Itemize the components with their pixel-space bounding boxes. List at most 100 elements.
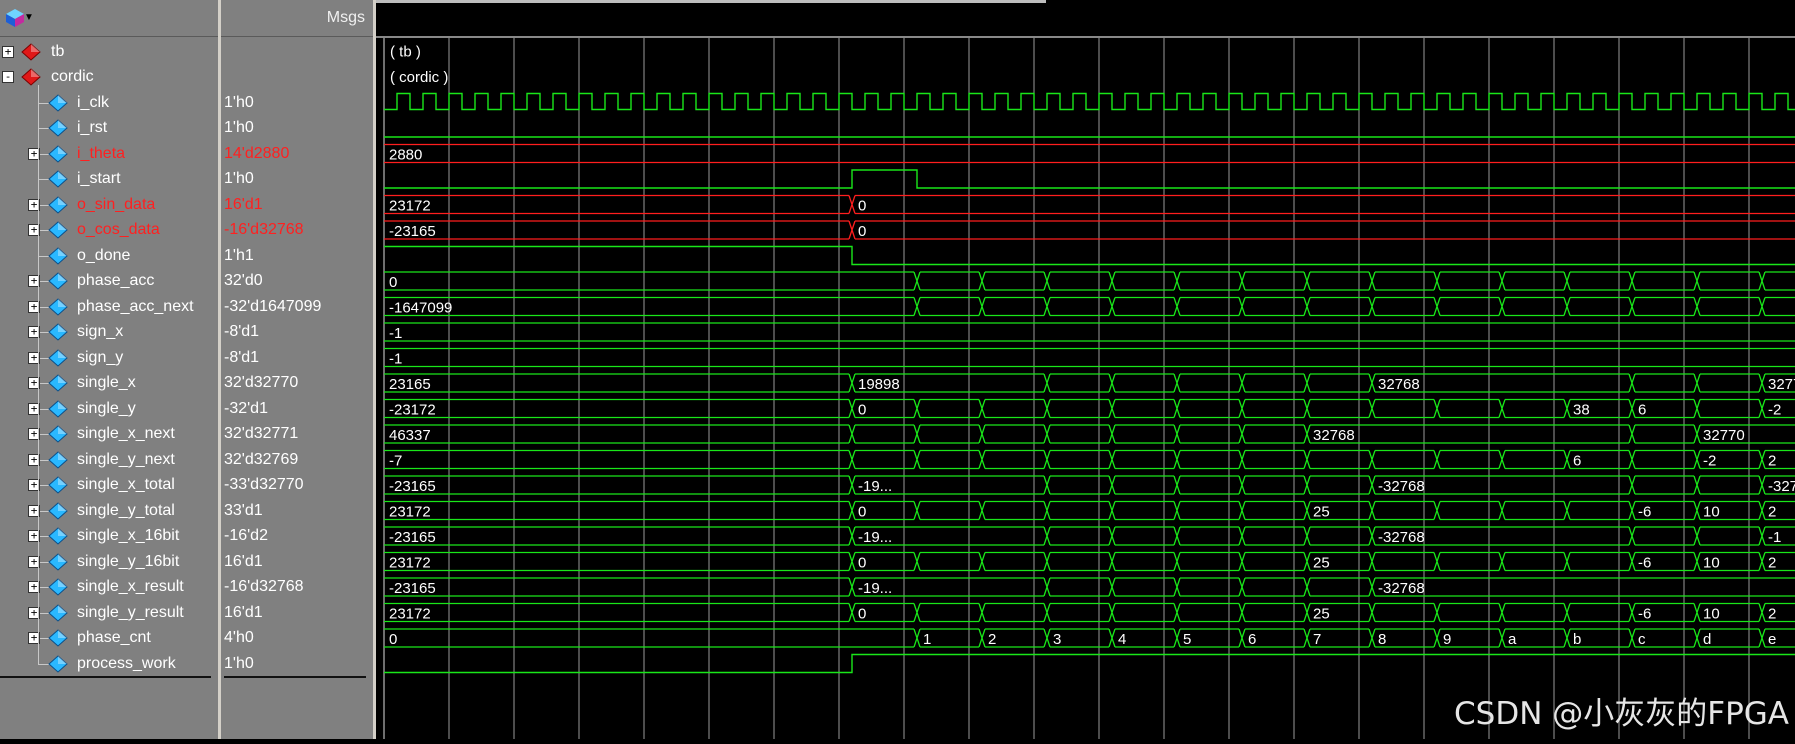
collapse-icon[interactable]: - <box>2 71 14 83</box>
wave-toolbar-icon[interactable] <box>4 8 26 28</box>
bus-transition <box>1498 297 1506 316</box>
bus-transition <box>1693 526 1701 546</box>
cyan-diamond-icon <box>48 195 68 214</box>
signal-row-single-y-next[interactable]: + single_y_next <box>0 448 218 473</box>
bus-transition <box>1368 628 1376 648</box>
signal-name: single_y_result <box>77 603 184 621</box>
signal-row-single-x[interactable]: + single_x <box>0 371 218 396</box>
bus-value: -23165 <box>389 223 436 240</box>
signal-row-phase-acc[interactable]: + phase_acc <box>0 269 218 294</box>
signal-row-single-x-next[interactable]: + single_x_next <box>0 422 218 447</box>
bus-transition <box>1628 526 1636 546</box>
bus-transition <box>1173 424 1181 444</box>
signal-row-i-start[interactable]: i_start <box>0 167 218 192</box>
bus-transition <box>848 424 856 444</box>
expand-icon[interactable]: + <box>2 45 14 58</box>
bus-transition <box>913 297 921 316</box>
bus-transition <box>1173 271 1181 291</box>
bus-transition <box>1303 603 1311 622</box>
bus-transition <box>1433 501 1441 520</box>
bus-value: 23172 <box>389 606 431 623</box>
msgs-column-title: Msgs <box>326 9 365 26</box>
bus-transition <box>1758 399 1766 418</box>
signal-row-single-y-total[interactable]: + single_y_total <box>0 499 218 524</box>
bus-value: 23172 <box>389 504 431 521</box>
bus-transition <box>1693 399 1701 418</box>
cyan-diamond-icon <box>48 272 68 290</box>
bus-transition <box>1758 526 1766 546</box>
signal-row-sign-y[interactable]: + sign_y <box>0 346 218 371</box>
bus-transition <box>913 501 921 520</box>
signal-value: 14'd2880 <box>224 144 290 162</box>
signal-name: i_rst <box>77 119 108 136</box>
bus-transition <box>1628 603 1636 622</box>
signal-row-tb[interactable]: + tb <box>0 40 218 65</box>
bus-transition <box>1498 450 1506 469</box>
bus-transition <box>1368 271 1376 291</box>
signal-row-single-x-result[interactable]: + single_x_result <box>0 575 218 600</box>
bus-value: 6 <box>1248 631 1256 648</box>
cyan-diamond-icon <box>48 144 68 163</box>
signal-row-i-theta[interactable]: + i_theta <box>0 142 218 167</box>
bus-value: 2 <box>1768 504 1776 521</box>
waveform-canvas[interactable]: ( tb ) ( cordic ) 2880 23172 0 1 -23165 0 -32768… <box>376 0 1795 739</box>
bus-value: -1647099 <box>389 300 452 317</box>
bus-value: -2 <box>1768 402 1781 419</box>
bus-value: 2 <box>1768 606 1776 623</box>
bus-transition <box>1368 603 1376 622</box>
signal-row-o-cos-data[interactable]: + o_cos_data <box>0 218 218 243</box>
cyan-diamond-icon <box>48 348 68 367</box>
wave-cursor-bar[interactable] <box>376 0 1795 38</box>
bus-value: 0 <box>858 198 866 215</box>
bus-transition <box>913 424 921 444</box>
signal-value: 32'd32769 <box>224 450 299 468</box>
cyan-diamond-icon <box>48 119 68 137</box>
chevron-down-icon[interactable]: ▼ <box>24 12 34 23</box>
bus-transition <box>1628 399 1636 418</box>
bus-transition <box>1433 603 1441 622</box>
signal-row-o-done[interactable]: o_done <box>0 244 218 269</box>
signal-row-phase-cnt[interactable]: + phase_cnt <box>0 626 218 651</box>
signal-row-i-rst[interactable]: i_rst <box>0 116 218 141</box>
bus-transition <box>1238 577 1246 597</box>
bus-transition <box>1043 628 1051 648</box>
bus-transition <box>1238 271 1246 291</box>
signal-name: o_cos_data <box>77 221 160 238</box>
bus-transition <box>1043 603 1051 622</box>
signal-value: 16'd1 <box>224 603 263 621</box>
signal-row-single-y[interactable]: + single_y <box>0 397 218 422</box>
signal-row-cordic[interactable]: - cordic <box>0 65 218 90</box>
bus-transition <box>978 603 986 622</box>
bus-transition <box>1043 475 1051 495</box>
wave-window[interactable]: ( tb ) ( cordic ) 2880 23172 0 1 -23165 0 -32768… <box>376 0 1795 739</box>
signal-name: i_theta <box>77 144 126 162</box>
cyan-diamond-icon <box>48 93 68 112</box>
signal-value: -8'd1 <box>224 323 260 340</box>
bus-transition <box>848 373 856 393</box>
signal-row-i-clk[interactable]: i_clk <box>0 91 218 116</box>
bus-transition <box>1108 475 1116 495</box>
signal-row-o-sin-data[interactable]: + o_sin_data <box>0 193 218 218</box>
cyan-diamond-icon <box>48 552 68 571</box>
bus-transition <box>1433 271 1441 291</box>
bus-transition <box>1758 603 1766 622</box>
bus-transition <box>978 297 986 316</box>
signal-value: -33'd32770 <box>224 476 304 493</box>
signal-row-single-y-result[interactable]: + single_y_result <box>0 601 218 626</box>
signal-row-single-y-16bit[interactable]: + single_y_16bit <box>0 550 218 575</box>
signal-row-process-work[interactable]: process_work <box>0 652 218 677</box>
signal-value: 1'h0 <box>224 119 254 136</box>
bus-value: -1 <box>389 351 402 368</box>
bus-transition <box>1043 373 1051 393</box>
signal-row-sign-x[interactable]: + sign_x <box>0 320 218 345</box>
signal-name: o_done <box>77 246 131 264</box>
bus-transition <box>1303 424 1311 444</box>
bus-transition <box>1563 271 1571 291</box>
cyan-diamond-icon <box>48 450 68 469</box>
signal-row-single-x-16bit[interactable]: + single_x_16bit <box>0 524 218 549</box>
signal-row-phase-acc-next[interactable]: + phase_acc_next <box>0 295 218 320</box>
cyan-diamond-icon <box>48 221 68 239</box>
signal-row-single-x-total[interactable]: + single_x_total <box>0 473 218 498</box>
bus-value: a <box>1508 631 1517 648</box>
cyan-diamond-icon <box>48 323 68 341</box>
